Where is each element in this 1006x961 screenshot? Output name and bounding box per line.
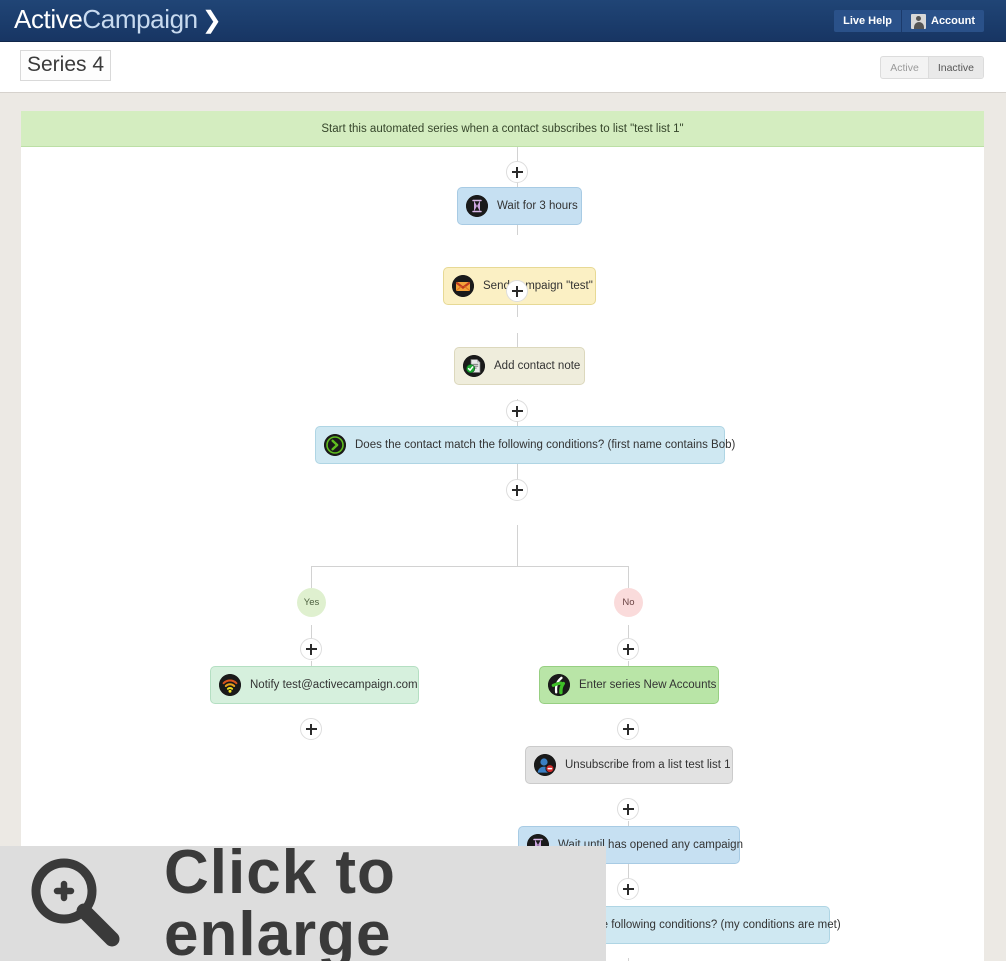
- add-step-button[interactable]: [300, 638, 322, 660]
- step-node-unsubscribe[interactable]: Unsubscribe from a list test list 1: [525, 746, 733, 784]
- step-node-enter-series[interactable]: Enter series New Accounts: [539, 666, 719, 704]
- step-node-wait-3-hours[interactable]: Wait for 3 hours: [457, 187, 582, 225]
- click-to-enlarge-overlay[interactable]: Click to enlarge: [0, 846, 606, 961]
- logo-text-campaign: Campaign: [82, 4, 197, 34]
- topbar-actions: Live Help Account: [834, 10, 984, 32]
- step-label: Unsubscribe from a list test list 1: [565, 759, 731, 771]
- status-inactive-button[interactable]: Inactive: [928, 57, 983, 78]
- series-flow-canvas: Start this automated series when a conta…: [21, 111, 984, 961]
- add-step-button[interactable]: [617, 878, 639, 900]
- account-button[interactable]: Account: [901, 10, 984, 32]
- status-active-button[interactable]: Active: [881, 57, 928, 78]
- branch-split-line: [311, 566, 629, 567]
- live-help-button[interactable]: Live Help: [834, 10, 901, 32]
- branch-label-no[interactable]: No: [614, 588, 643, 617]
- series-status-toggle: Active Inactive: [880, 56, 984, 79]
- series-canvas-area: Start this automated series when a conta…: [0, 93, 1006, 961]
- step-label: Wait for 3 hours: [497, 200, 578, 212]
- connector-line: [311, 625, 312, 639]
- add-step-button[interactable]: [506, 161, 528, 183]
- step-label: Add contact note: [494, 360, 580, 372]
- add-step-button[interactable]: [506, 280, 528, 302]
- add-step-button[interactable]: [617, 798, 639, 820]
- add-step-button[interactable]: [506, 400, 528, 422]
- step-label: Send campaign "test": [483, 280, 593, 292]
- logo-text-active: Active: [14, 4, 82, 34]
- branch-label-yes[interactable]: Yes: [297, 588, 326, 617]
- add-step-button[interactable]: [506, 479, 528, 501]
- enlarge-label: Click to enlarge: [164, 842, 606, 961]
- top-navigation-bar: ActiveCampaign❯ Live Help Account: [0, 0, 1006, 42]
- connector-line: [517, 525, 518, 566]
- step-node-notify-email[interactable]: Notify test@activecampaign.com: [210, 666, 419, 704]
- start-trigger-banner[interactable]: Start this automated series when a conta…: [21, 111, 984, 147]
- step-label: Does the contact match the following con…: [355, 439, 735, 451]
- note-check-icon: [463, 355, 485, 377]
- add-step-button[interactable]: [617, 718, 639, 740]
- connector-line: [628, 625, 629, 639]
- step-node-add-contact-note[interactable]: Add contact note: [454, 347, 585, 385]
- series-name-input[interactable]: Series 4: [20, 50, 111, 81]
- logo-chevron-icon: ❯: [202, 7, 222, 34]
- step-node-condition-first-name[interactable]: Does the contact match the following con…: [315, 426, 725, 464]
- add-step-button[interactable]: [617, 638, 639, 660]
- series-title-bar: Series 4 Active Inactive: [0, 42, 1006, 93]
- live-help-label: Live Help: [843, 15, 892, 27]
- envelope-icon: [452, 275, 474, 297]
- condition-branch-icon: [324, 434, 346, 456]
- activecampaign-logo[interactable]: ActiveCampaign❯: [14, 4, 221, 35]
- unsubscribe-contact-icon: [534, 754, 556, 776]
- account-label: Account: [931, 15, 975, 27]
- magnifier-plus-icon: [24, 855, 128, 952]
- hourglass-icon: [466, 195, 488, 217]
- step-label: Enter series New Accounts: [579, 679, 716, 691]
- avatar-icon: [911, 14, 926, 29]
- enter-series-icon: [548, 674, 570, 696]
- add-step-button[interactable]: [300, 718, 322, 740]
- notify-broadcast-icon: [219, 674, 241, 696]
- step-label: Notify test@activecampaign.com: [250, 679, 418, 691]
